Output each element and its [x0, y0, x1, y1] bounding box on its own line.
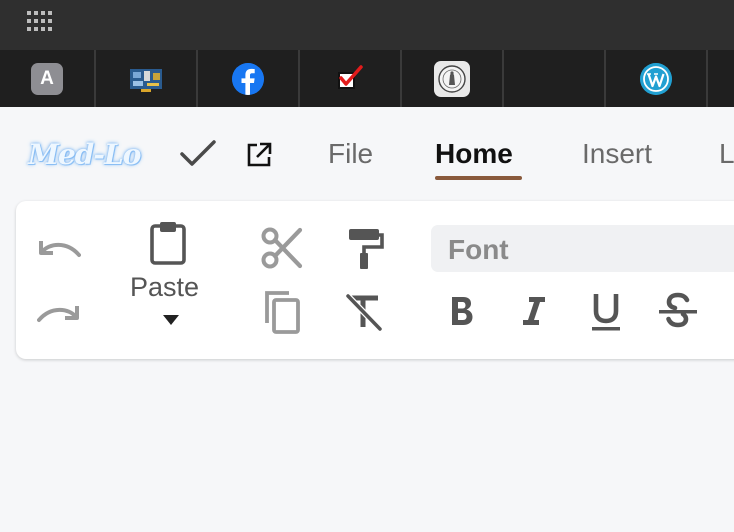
redo-button[interactable] [36, 297, 82, 329]
menu-file[interactable]: File [328, 138, 373, 170]
format-painter-button[interactable] [344, 225, 386, 271]
dock-item-wordpress[interactable] [606, 50, 708, 107]
checkbox-todo-icon [338, 64, 363, 89]
app-grid-icon[interactable] [27, 11, 53, 31]
underline-icon [592, 294, 620, 331]
dock-item-circuit-board[interactable] [96, 50, 198, 107]
menu-insert[interactable]: Insert [582, 138, 652, 170]
cut-button[interactable] [258, 225, 306, 271]
app-a-icon: A [31, 62, 63, 95]
caret-down-icon [163, 315, 179, 325]
strikethrough-button[interactable] [656, 290, 700, 330]
paste-button[interactable] [146, 220, 190, 266]
copy-button[interactable] [258, 288, 306, 336]
copy-icon [265, 291, 300, 334]
dock-item-facebook[interactable] [198, 50, 300, 107]
dock-item-empty[interactable] [504, 50, 606, 107]
dock-item-todo[interactable] [300, 50, 402, 107]
active-tab-underline [435, 176, 522, 180]
app-logo[interactable]: Med-Lo [28, 138, 141, 171]
facebook-icon [232, 62, 264, 95]
strikethrough-icon [659, 292, 697, 328]
clear-format-icon [345, 293, 383, 331]
bold-icon [452, 297, 473, 325]
paint-roller-icon [349, 229, 384, 269]
bookmark-dock: A [0, 50, 734, 107]
dock-item-seal[interactable] [402, 50, 504, 107]
underline-button[interactable] [588, 290, 624, 334]
paste-label[interactable]: Paste [130, 272, 199, 303]
open-external-icon[interactable] [246, 142, 272, 168]
redo-icon [37, 306, 79, 322]
menu-home[interactable]: Home [435, 138, 513, 170]
dock-item-cutoff[interactable] [708, 50, 734, 107]
clear-formatting-button[interactable] [340, 292, 386, 332]
bold-button[interactable] [444, 292, 480, 330]
clipboard-icon [150, 222, 186, 265]
menu-layout-cutoff[interactable]: L [719, 138, 734, 170]
top-bar [0, 0, 734, 50]
wordpress-icon [640, 62, 672, 95]
undo-icon [39, 241, 81, 257]
checkmark-icon[interactable] [180, 139, 216, 169]
scissors-icon [261, 227, 303, 269]
university-seal-icon [434, 60, 470, 97]
italic-button[interactable] [516, 292, 552, 330]
circuit-board-icon [130, 68, 162, 92]
dock-item-app-a[interactable]: A [0, 50, 96, 107]
font-placeholder: Font [448, 234, 509, 265]
italic-icon [523, 297, 545, 325]
undo-button[interactable] [36, 232, 82, 264]
paste-options-dropdown[interactable] [160, 312, 182, 328]
font-family-select[interactable]: Font [431, 225, 734, 272]
